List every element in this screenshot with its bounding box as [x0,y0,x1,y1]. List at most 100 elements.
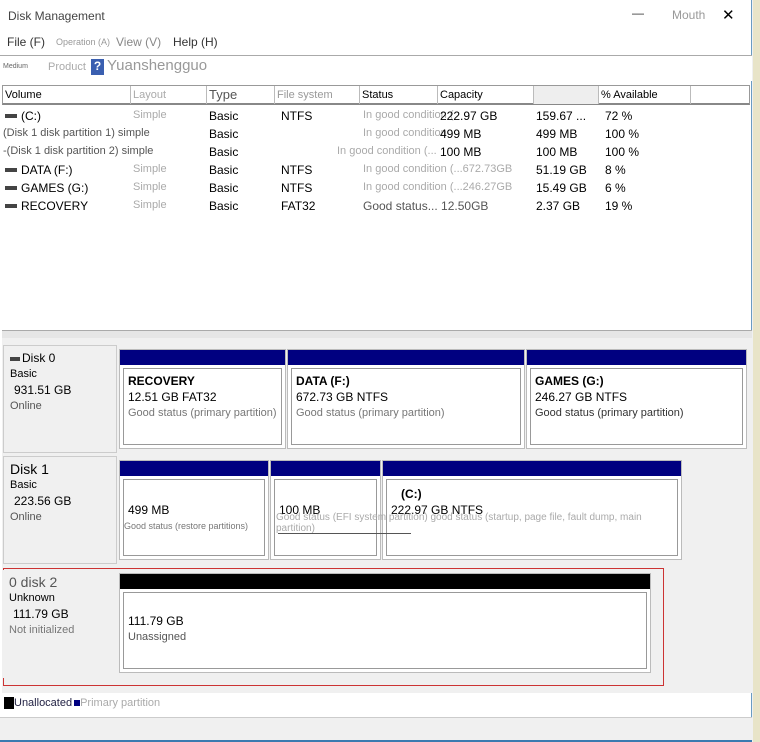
partition-status: Good status (primary partition) [535,407,684,419]
close-button[interactable]: ✕ [722,6,735,24]
partition-games[interactable]: GAMES (G:) 246.27 GB NTFS Good status (pri… [526,349,747,449]
partition-status: Good status (restore partitions) [124,521,249,531]
cell-volume: (C:) [21,109,41,123]
cell-type: Basic [209,127,239,141]
partition-size: 12.51 GB FAT32 [128,390,217,404]
col-free[interactable] [534,86,599,104]
cell-type: Basic [209,145,239,159]
partition-size: 499 MB [128,503,170,517]
partition-unallocated[interactable]: 111.79 GB Unassigned [119,573,651,673]
partition-name: DATA (F:) [296,374,350,388]
col-status[interactable]: Status [360,86,438,104]
legend-primary: Primary partition [80,697,161,710]
table-row[interactable]: (Disk 1 disk partition 1) simple Basic In … [3,125,748,143]
mouth-label: Mouth [672,8,706,22]
partition-size: 111.79 GB [128,614,184,628]
drive-icon [5,168,17,172]
primary-bar [383,461,681,476]
cell-type: Basic [209,109,239,123]
cell-type: Basic [209,199,239,213]
drive-icon [5,114,17,118]
disk-name: Disk 1 [10,461,49,477]
cell-type: Basic [209,181,239,195]
divider-line [278,533,411,534]
cell-free: 499 MB [536,127,578,141]
partition-status: Good status (primary partition) [296,407,445,419]
partition-name: GAMES (G:) [535,374,604,388]
cell-pct: 6 % [605,181,626,195]
primary-bar [120,461,268,476]
primary-bar [271,461,380,476]
partition-name: (C:) [401,487,422,501]
partition-status-overlay: Good status (EFI system partition) good … [276,512,642,534]
partition-data[interactable]: DATA (F:) 672.73 GB NTFS Good status (prim… [287,349,525,449]
cell-status: In good condition [363,127,447,139]
partition-status: Unassigned [128,631,187,643]
disk-icon [10,356,20,361]
toolbar-product[interactable]: Product [48,61,86,73]
primary-bar [120,350,285,365]
disk-size: 111.79 GB [13,607,69,621]
cell-status: Good status... 12.50GB [363,199,489,213]
primary-bar [527,350,746,365]
disk-size: 223.56 GB [14,494,72,508]
cell-fs: NTFS [281,163,313,177]
cell-free: 100 MB [536,145,578,159]
legend-unallocated: Unallocated [14,697,73,710]
menu-view[interactable]: View (V) [116,35,161,49]
primary-bar [288,350,524,365]
col-type[interactable]: Type [207,86,275,104]
cell-volume: DATA (F:) [21,163,73,177]
cell-status: In good condition (... [337,145,437,157]
col-capacity[interactable]: Capacity [438,86,534,104]
table-row[interactable]: GAMES (G:) Simple Basic NTFS In good conditi… [3,179,748,197]
volume-table-header: Volume Layout Type File system Status Ca… [2,85,750,105]
partition-c[interactable]: (C:) 222.97 GB NTFS [382,460,682,560]
col-filesystem[interactable]: File system [275,86,360,104]
menu-operation[interactable]: Operation (A) [56,37,110,47]
cell-pct: 8 % [605,163,626,177]
cell-volume: -(Disk 1 disk partition 2) simple [3,145,154,157]
cell-free: 2.37 GB [536,199,581,213]
cell-pct: 100 % [605,145,640,159]
cell-pct: 19 % [605,199,633,213]
minimize-button[interactable]: — [632,6,644,20]
col-layout[interactable]: Layout [131,86,207,104]
table-row[interactable]: DATA (F:) Simple Basic NTFS In good conditio… [3,161,748,179]
table-row[interactable]: RECOVERY Simple Basic FAT32 Good status... 1… [3,197,748,215]
menu-file[interactable]: File (F) [7,35,45,49]
disk-0-label[interactable]: Disk 0 Basic 931.51 GB Online [3,345,117,453]
cell-volume: GAMES (G:) [21,181,89,195]
toolbar-medium[interactable]: Medium [3,63,28,70]
cell-status: In good condition (...672.73GB [363,163,513,175]
pane-divider[interactable] [2,330,752,338]
partition-status: Good status (primary partition) [128,407,277,419]
cell-status: In good condition (...246.27GB [363,181,513,193]
cell-capacity: 100 MB [440,145,482,159]
partition-recovery[interactable]: RECOVERY 12.51 GB FAT32 Good status (prima… [119,349,286,449]
cell-fs: NTFS [281,181,313,195]
cell-capacity: 222.97 GB [440,109,498,123]
help-icon[interactable]: ? [91,59,104,75]
disk-type: Unknown [9,592,55,604]
disk-name: Disk 0 [22,351,56,365]
disk-type: Basic [10,368,37,380]
partition-efi[interactable]: 100 MB [270,460,381,560]
disk-size: 931.51 GB [14,383,72,397]
cell-volume: (Disk 1 disk partition 1) simple [3,127,150,139]
col-available[interactable]: % Available [599,86,691,104]
menu-help[interactable]: Help (H) [173,35,218,49]
cell-fs: NTFS [281,109,313,123]
table-row[interactable]: -(Disk 1 disk partition 2) simple Basic In… [3,143,748,161]
disk-state: Online [10,400,42,412]
partition-restore[interactable]: 499 MB Good status (restore partitions) [119,460,269,560]
drive-icon [5,186,17,190]
table-row[interactable]: (C:) Simple Basic NTFS In good condition (22… [3,107,748,125]
disk-state: Not initialized [9,624,75,636]
unallocated-swatch [4,697,14,710]
partition-size: 672.73 GB NTFS [296,390,389,404]
col-volume[interactable]: Volume [3,86,131,104]
disk-1-label[interactable]: Disk 1 Basic 223.56 GB Online [3,456,117,564]
cell-capacity: 499 MB [440,127,482,141]
disk-2-label[interactable]: 0 disk 2 Unknown 111.79 GB Not initializ… [3,570,117,678]
